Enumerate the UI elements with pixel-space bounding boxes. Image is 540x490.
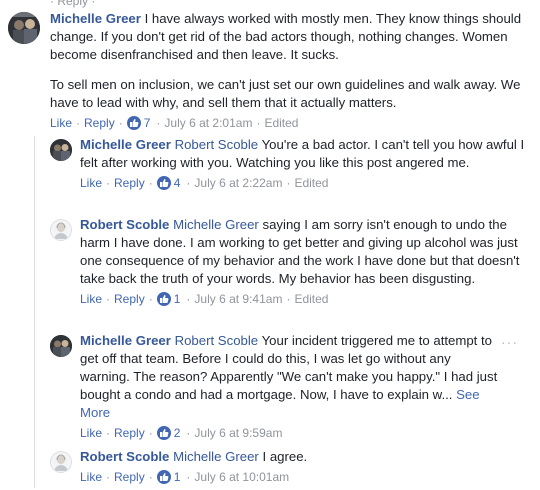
separator-dot: · <box>148 470 153 484</box>
like-count[interactable]: 1 <box>174 470 181 484</box>
separator-dot: · <box>186 176 191 190</box>
reply-link[interactable]: Reply <box>114 176 145 190</box>
like-link[interactable]: Like <box>80 426 102 440</box>
separator-dot: · <box>148 176 153 190</box>
separator-dot: · <box>106 470 111 484</box>
avatar-michelle[interactable] <box>8 12 40 44</box>
like-icon[interactable] <box>156 176 171 190</box>
truncated-actions: · Reply · <box>50 0 96 8</box>
comment-author[interactable]: Michelle Greer <box>80 333 171 348</box>
comment-actions: Like · Reply · 7 · July 6 at 2:01am · Ed… <box>50 114 530 132</box>
reply-thread-line <box>34 136 35 488</box>
separator-dot: · <box>106 426 111 440</box>
separator-dot: · <box>286 292 291 306</box>
separator-dot: · <box>156 116 161 130</box>
like-count[interactable]: 2 <box>174 426 181 440</box>
separator-dot: · <box>148 292 153 306</box>
reply-4-body: Robert Scoble Michelle Greer I agree. <box>80 448 525 466</box>
edited-label[interactable]: Edited <box>264 116 298 130</box>
like-link[interactable]: Like <box>80 292 102 306</box>
reply-link[interactable]: Reply <box>114 470 145 484</box>
comment-text-paragraph-2: To sell men on inclusion, we can't just … <box>50 77 521 110</box>
like-link[interactable]: Like <box>80 470 102 484</box>
avatar-robert[interactable] <box>50 451 72 473</box>
like-icon[interactable] <box>156 470 171 484</box>
mention-link[interactable]: Robert Scoble <box>175 137 259 152</box>
like-count[interactable]: 4 <box>174 176 181 190</box>
comment-actions: Like · Reply · 2 · July 6 at 9:59am <box>80 424 500 442</box>
separator-dot: · <box>76 116 81 130</box>
like-icon[interactable] <box>156 292 171 306</box>
like-count[interactable]: 1 <box>174 292 181 306</box>
edited-label[interactable]: Edited <box>294 176 328 190</box>
comment-timestamp[interactable]: July 6 at 2:22am <box>194 176 282 190</box>
separator-dot: · <box>256 116 261 130</box>
reply-3-body: Michelle Greer Robert Scoble Your incide… <box>80 332 500 422</box>
more-options-icon[interactable]: ··· <box>501 334 518 350</box>
avatar-michelle[interactable] <box>50 335 72 357</box>
comment-timestamp[interactable]: July 6 at 9:41am <box>194 292 282 306</box>
comment-actions: Like · Reply · 1 · July 6 at 9:41am · Ed… <box>80 290 525 308</box>
separator-dot: · <box>186 426 191 440</box>
comment-timestamp[interactable]: July 6 at 2:01am <box>164 116 252 130</box>
comment-timestamp[interactable]: July 6 at 9:59am <box>194 426 282 440</box>
separator-dot: · <box>106 176 111 190</box>
comment-actions: Like · Reply · 4 · July 6 at 2:22am · Ed… <box>80 174 525 192</box>
separator-dot: · <box>118 116 123 130</box>
reply-link[interactable]: Reply <box>114 292 145 306</box>
mention-link[interactable]: Michelle Greer <box>173 217 259 232</box>
like-link[interactable]: Like <box>80 176 102 190</box>
comment-author[interactable]: Michelle Greer <box>50 11 141 26</box>
avatar-robert[interactable] <box>50 219 72 241</box>
comment-author[interactable]: Robert Scoble <box>80 449 169 464</box>
comment-actions: Like · Reply · 1 · July 6 at 10:01am <box>80 468 525 486</box>
separator-dot: · <box>186 292 191 306</box>
reply-link[interactable]: Reply <box>114 426 145 440</box>
edited-label[interactable]: Edited <box>294 292 328 306</box>
separator-dot: · <box>106 292 111 306</box>
like-icon[interactable] <box>156 426 171 440</box>
reply-2-body: Robert Scoble Michelle Greer saying I am… <box>80 216 525 288</box>
comment-author[interactable]: Michelle Greer <box>80 137 171 152</box>
separator-dot: · <box>148 426 153 440</box>
comment-timestamp[interactable]: July 6 at 10:01am <box>194 470 289 484</box>
avatar-michelle[interactable] <box>50 139 72 161</box>
like-link[interactable]: Like <box>50 116 72 130</box>
separator-dot: · <box>286 176 291 190</box>
comment-author[interactable]: Robert Scoble <box>80 217 169 232</box>
like-icon[interactable] <box>126 116 141 130</box>
like-count[interactable]: 7 <box>144 116 151 130</box>
mention-link[interactable]: Michelle Greer <box>173 449 259 464</box>
reply-1-body: Michelle Greer Robert Scoble You're a ba… <box>80 136 525 172</box>
separator-dot: · <box>186 470 191 484</box>
mention-link[interactable]: Robert Scoble <box>175 333 259 348</box>
comment-1-body: Michelle Greer I have always worked with… <box>50 10 530 64</box>
reply-link[interactable]: Reply <box>84 116 115 130</box>
comment-text: I agree. <box>262 449 308 464</box>
